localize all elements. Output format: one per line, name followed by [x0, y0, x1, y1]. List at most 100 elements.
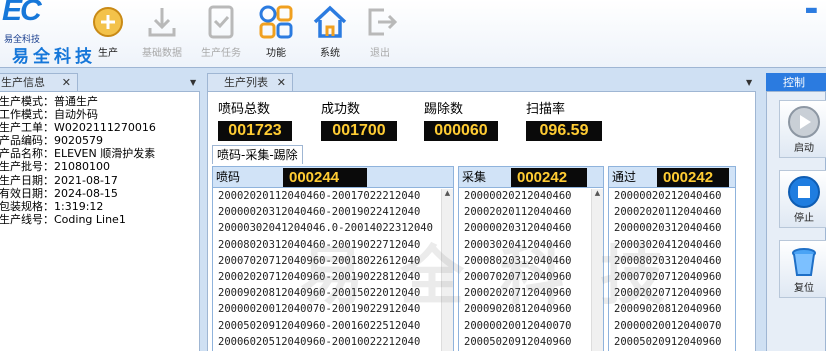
list-item[interactable]: 20007020712040960-20018022612040	[213, 253, 453, 269]
list-item[interactable]: 20005020912040960-20016022512040	[213, 318, 453, 334]
task-icon	[208, 5, 234, 39]
grid-icon	[259, 5, 293, 39]
list-item[interactable]: 20009020812040960-20015022012040	[213, 285, 453, 301]
tab-production-list-label: 生产列表	[224, 76, 268, 89]
production-task-label: 生产任务	[201, 48, 241, 59]
panel-dropdown-icon[interactable]: ▼	[190, 78, 196, 87]
close-icon[interactable]: ✕	[62, 74, 71, 91]
production-info-panel: 生产模式：普通生产 工作模式：自动外码 生产工单：W0202111270016 …	[0, 91, 200, 351]
list-item[interactable]: 20002020112040460	[609, 204, 735, 220]
download-icon	[148, 8, 176, 37]
window-corner-icon: ▬	[804, 2, 818, 18]
stat-scan-rate-value: 096.59	[526, 121, 602, 141]
list-item[interactable]: 20000020312040460-20019022412040	[213, 204, 453, 220]
list-item[interactable]: 20000020312040460	[609, 220, 735, 236]
info-row: 包装规格：1:319:12	[0, 199, 104, 213]
collect-list-title: 采集	[462, 170, 487, 184]
play-icon	[788, 106, 820, 138]
list-item[interactable]: 20005020912040960	[459, 334, 603, 350]
production-label: 生产	[98, 48, 118, 59]
exit-icon	[368, 8, 398, 36]
pass-list[interactable]: 通过 000242 20000020212040460 200020201120…	[608, 166, 736, 351]
stat-scan-rate-label: 扫描率	[526, 102, 566, 117]
info-row: 有效日期：2024-08-15	[0, 186, 118, 200]
collect-list[interactable]: 采集 000242 20000020212040460 200020201120…	[458, 166, 604, 351]
pass-list-count: 000242	[657, 168, 729, 187]
list-item[interactable]: 20008020312040460-20019022712040	[213, 237, 453, 253]
list-item[interactable]: 20002020712040960	[459, 285, 603, 301]
stat-scan-rate: 扫描率 096.59	[526, 98, 602, 141]
list-item[interactable]: 20002020112040460	[459, 204, 603, 220]
info-row: 生产工单：W0202111270016	[0, 121, 156, 135]
scroll-up-icon[interactable]: ▲	[442, 189, 453, 197]
home-icon	[313, 5, 347, 38]
tab-control-label: 控制	[783, 76, 805, 89]
close-icon[interactable]: ✕	[277, 74, 286, 91]
start-button[interactable]: 启动	[779, 100, 826, 158]
list-item[interactable]: 20003020412040460	[459, 237, 603, 253]
list-item[interactable]: 20002020112040460-20017022212040	[213, 188, 453, 204]
list-item[interactable]: 20006020512040960-20010022212040	[213, 334, 453, 350]
code-list-header: 喷码 000244	[213, 167, 453, 188]
info-row: 生产模式：普通生产	[0, 95, 98, 108]
start-label: 启动	[794, 143, 814, 154]
trash-icon	[792, 248, 816, 276]
pass-list-title: 通过	[612, 170, 637, 184]
panel-dropdown-icon[interactable]: ▼	[746, 78, 752, 87]
reset-button[interactable]: 复位	[779, 240, 826, 298]
info-row: 工作模式：自动外码	[0, 108, 98, 122]
collect-list-count: 000242	[511, 168, 587, 187]
stat-success: 成功数 001700	[321, 98, 397, 141]
list-item[interactable]: 20000020012040070	[609, 318, 735, 334]
reset-label: 复位	[794, 283, 814, 294]
list-item[interactable]: 20002020712040960-20019022812040	[213, 269, 453, 285]
list-item[interactable]: 20008020312040460	[609, 253, 735, 269]
toolbar: EC 易全科技 易全科技 生产 基础数据 生产任务 功能 系统 退出 ▬	[0, 0, 826, 68]
list-item[interactable]: 20009020812040960	[609, 301, 735, 317]
code-list-scrollbar[interactable]: ▲	[441, 189, 453, 351]
base-data-button[interactable]: 基础数据	[134, 2, 190, 64]
list-item[interactable]: 20000020212040460	[459, 188, 603, 204]
tab-code-collect-reject[interactable]: 喷码-采集-踢除	[212, 145, 303, 164]
production-icon	[93, 7, 123, 37]
system-label: 系统	[320, 48, 340, 59]
list-item[interactable]: 20008020312040460	[459, 253, 603, 269]
exit-label: 退出	[370, 48, 390, 59]
tab-production-list[interactable]: 生产列表 ✕	[207, 73, 293, 91]
tab-control[interactable]: 控制	[766, 73, 826, 91]
stat-success-label: 成功数	[321, 102, 361, 117]
logo-mark: EC	[2, 0, 42, 27]
stop-label: 停止	[794, 213, 814, 224]
tab-production-info[interactable]: 生产信息 ✕	[0, 73, 78, 91]
info-row: 产品编码：9020579	[0, 134, 103, 148]
info-row: 产品名称：ELEVEN 顺滑护发素	[0, 147, 156, 161]
list-item[interactable]: 20007020712040960	[459, 269, 603, 285]
list-item[interactable]: 20009020812040960	[459, 301, 603, 317]
list-item[interactable]: 20007020712040960	[609, 269, 735, 285]
list-item[interactable]: 20000020312040460	[459, 220, 603, 236]
production-button[interactable]: 生产	[80, 2, 136, 64]
stop-button[interactable]: 停止	[779, 170, 826, 228]
list-item[interactable]: 20000020012040070-20019022912040	[213, 301, 453, 317]
code-list[interactable]: 喷码 000244 20002020112040460-200170222120…	[212, 166, 454, 351]
exit-button[interactable]: 退出	[352, 2, 408, 64]
scroll-up-icon[interactable]: ▲	[592, 189, 603, 197]
list-item[interactable]: 20005020912040960	[609, 334, 735, 350]
tab-production-info-label: 生产信息	[1, 76, 45, 89]
base-data-label: 基础数据	[142, 48, 182, 59]
stat-total: 喷码总数 001723	[218, 98, 292, 141]
list-item[interactable]: 20003020412040460	[609, 237, 735, 253]
stat-reject-value: 000060	[424, 121, 498, 141]
control-panel: 启动 停止 复位	[766, 91, 826, 351]
list-item[interactable]: 20000302041204046.0-20014022312040	[213, 220, 453, 236]
function-button[interactable]: 功能	[248, 2, 304, 64]
production-task-button[interactable]: 生产任务	[193, 2, 249, 64]
collect-list-scrollbar[interactable]: ▲	[591, 189, 603, 351]
list-item[interactable]: 20000020012040070	[459, 318, 603, 334]
info-row: 生产日期：2021-08-17	[0, 173, 118, 187]
list-item[interactable]: 20002020712040960	[609, 285, 735, 301]
function-label: 功能	[266, 48, 286, 59]
stat-reject: 踢除数 000060	[424, 98, 498, 141]
system-button[interactable]: 系统	[302, 2, 358, 64]
list-item[interactable]: 20000020212040460	[609, 188, 735, 204]
